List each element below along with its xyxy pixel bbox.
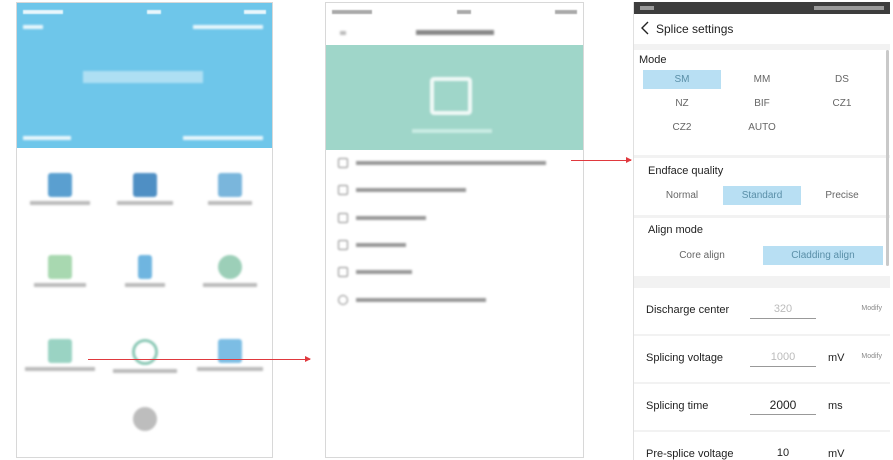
pre-splice-voltage-row: Pre-splice voltage 10 mV (634, 432, 890, 460)
flow-arrow (88, 356, 311, 362)
menu-item[interactable] (338, 211, 426, 225)
align-section: Align mode Core align Cladding align (634, 218, 890, 276)
home-tile[interactable] (17, 235, 102, 305)
pre-splice-voltage-label: Pre-splice voltage (646, 448, 734, 460)
mode-option[interactable]: CZ1 (803, 94, 881, 113)
home-tile[interactable] (17, 153, 102, 223)
splicing-voltage-unit: mV (828, 352, 845, 364)
menu-item[interactable] (338, 265, 412, 279)
endface-section: Endface quality Normal Standard Precise (634, 158, 890, 215)
tile-icon (217, 173, 242, 197)
mode-option[interactable]: AUTO (723, 118, 801, 137)
discharge-center-label: Discharge center (646, 304, 730, 316)
menu-banner (326, 45, 583, 150)
home-tile[interactable] (102, 319, 187, 389)
menu-item-icon (338, 185, 348, 195)
tile-icon (47, 173, 72, 197)
header-bottom-row (23, 136, 263, 141)
endface-label: Endface quality (648, 165, 724, 177)
splicing-voltage-input[interactable]: 1000 (750, 348, 816, 367)
page-title: Splice settings (656, 22, 734, 36)
splicing-voltage-label: Splicing voltage (646, 352, 724, 364)
home-tile[interactable] (102, 235, 187, 305)
align-option[interactable]: Core align (643, 246, 761, 265)
chevron-left-icon[interactable] (640, 21, 656, 38)
home-tile[interactable] (102, 393, 187, 443)
status-bar (17, 3, 272, 21)
discharge-center-input[interactable]: 320 (750, 300, 816, 319)
discharge-center-row: Discharge center 320 Modify (634, 288, 890, 334)
mode-option[interactable]: CZ2 (643, 118, 721, 137)
phone-splice-settings: Splice settings Mode SM MM DS NZ BIF CZ1… (633, 2, 890, 460)
mode-option[interactable]: DS (803, 70, 881, 89)
splicing-voltage-modify-button[interactable]: Modify (861, 353, 882, 360)
home-tile-splice-settings[interactable] (17, 319, 102, 389)
menu-item[interactable] (338, 293, 486, 307)
tile-icon (132, 173, 157, 197)
menu-item-icon (338, 158, 348, 168)
home-tile[interactable] (102, 153, 187, 223)
home-tile[interactable] (187, 319, 272, 389)
status-bar (326, 3, 583, 21)
endface-option[interactable]: Normal (643, 186, 721, 205)
title-bar: Splice settings (634, 14, 890, 44)
tile-icon (47, 255, 72, 279)
splicing-voltage-row: Splicing voltage 1000 mV Modify (634, 336, 890, 382)
scrollbar[interactable] (886, 50, 889, 266)
pre-splice-voltage-input[interactable]: 10 (750, 444, 816, 460)
mode-option[interactable]: NZ (643, 94, 721, 113)
menu-item-icon (338, 295, 348, 305)
splicing-time-row: Splicing time 2000 ms (634, 384, 890, 430)
pre-splice-voltage-unit: mV (828, 448, 845, 460)
header-top-row (23, 25, 263, 31)
discharge-center-modify-button[interactable]: Modify (861, 305, 882, 312)
menu-item[interactable] (338, 183, 466, 197)
phone-splice-menu (325, 2, 584, 458)
menu-item-icon (338, 240, 348, 250)
home-tile[interactable] (187, 153, 272, 223)
tile-icon (47, 339, 72, 363)
splice-settings-icon (430, 77, 472, 115)
mode-option[interactable]: MM (723, 70, 801, 89)
mode-option[interactable]: BIF (723, 94, 801, 113)
align-label: Align mode (648, 224, 704, 236)
tile-icon (137, 255, 152, 279)
tile-icon (217, 255, 242, 279)
splicing-time-input[interactable]: 2000 (750, 396, 816, 415)
endface-option[interactable]: Precise (803, 186, 881, 205)
home-header (17, 3, 272, 148)
menu-item[interactable] (338, 238, 406, 252)
tile-icon (131, 339, 158, 365)
flow-arrow (571, 157, 632, 163)
device-id-banner (83, 71, 203, 83)
mode-label: Mode (639, 54, 667, 66)
endface-option[interactable]: Standard (723, 186, 801, 205)
tile-icon (132, 407, 157, 431)
menu-header (326, 27, 583, 39)
align-option[interactable]: Cladding align (763, 246, 883, 265)
menu-item-icon (338, 213, 348, 223)
menu-item-icon (338, 267, 348, 277)
mode-section: Mode SM MM DS NZ BIF CZ1 CZ2 AUTO (634, 50, 890, 155)
phone-home-screen (16, 2, 273, 458)
status-bar (634, 2, 890, 14)
menu-item-splice-settings[interactable] (338, 156, 546, 170)
splicing-time-unit: ms (828, 400, 843, 412)
splicing-time-label: Splicing time (646, 400, 709, 412)
home-tile[interactable] (187, 235, 272, 305)
banner-caption (412, 129, 492, 133)
mode-option[interactable]: SM (643, 70, 721, 89)
